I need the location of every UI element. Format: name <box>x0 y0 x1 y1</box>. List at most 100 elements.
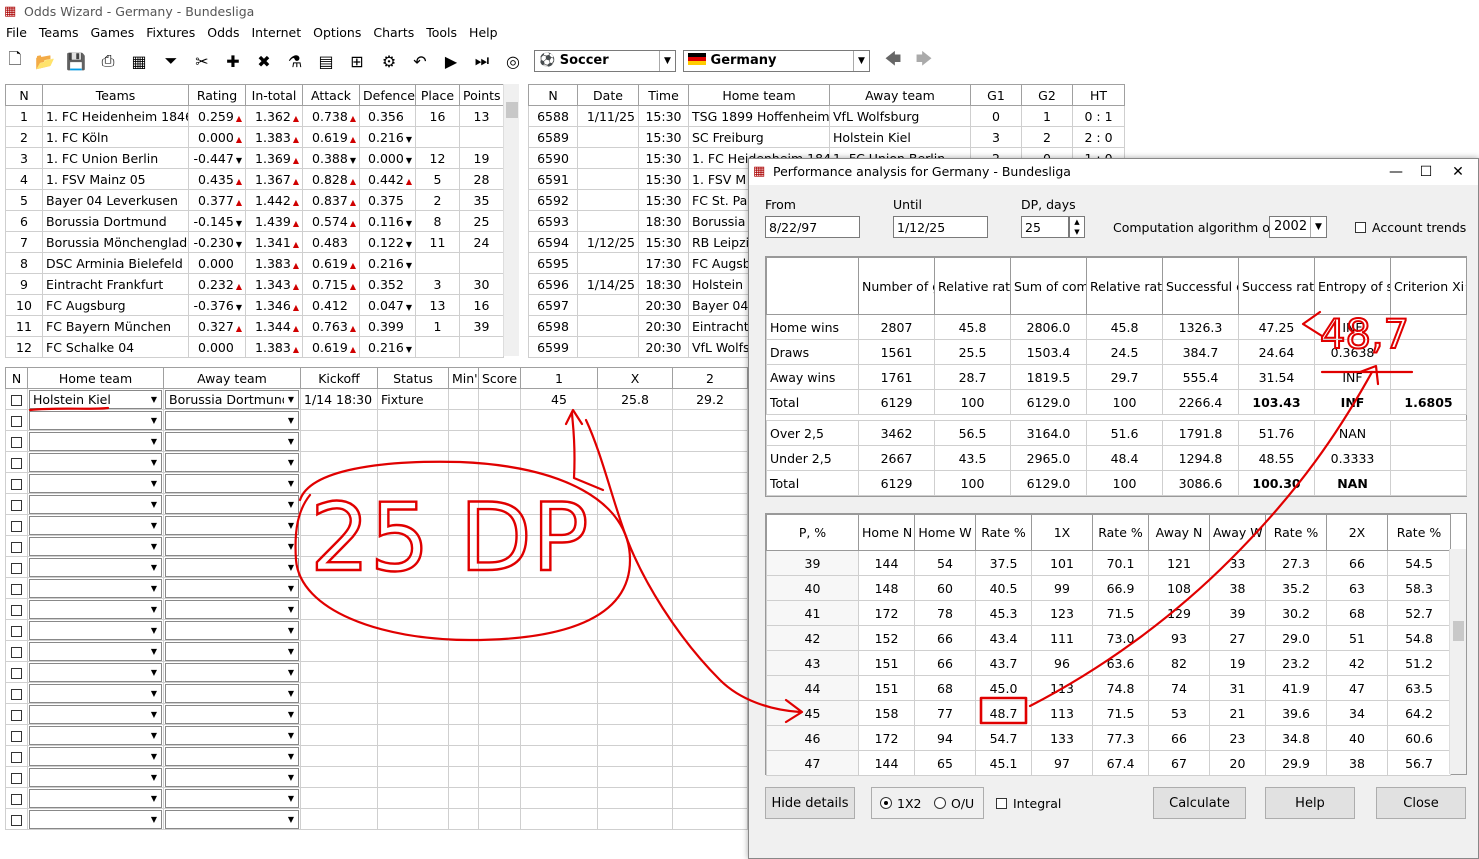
country-select[interactable]: Germany ▼ <box>683 50 870 72</box>
games-col-header[interactable]: Home team <box>688 84 830 106</box>
chevron-down-icon[interactable]: ▼ <box>147 516 161 534</box>
chevron-down-icon[interactable]: ▼ <box>284 810 298 828</box>
fixtures-col-header[interactable]: Home team <box>27 367 164 389</box>
home-team-select[interactable]: ▼ <box>29 599 162 619</box>
chevron-down-icon[interactable]: ▼ <box>147 684 161 702</box>
teams-table-row[interactable]: 7 Borussia Mönchengladb -0.230 ▼ 1.341 ▲ 0.483… <box>5 231 504 253</box>
chevron-down-icon[interactable]: ▼ <box>284 474 298 492</box>
chevron-down-icon[interactable]: ▼ <box>147 432 161 450</box>
fixture-checkbox[interactable] <box>11 709 22 721</box>
fixtures-table-row[interactable]: ▼ ▼ <box>5 430 748 452</box>
teams-col-header[interactable]: In-total <box>245 84 303 106</box>
fixtures-col-header[interactable]: Status <box>377 367 449 389</box>
home-team-select[interactable]: Holstein Kiel ▼ <box>29 389 162 409</box>
teams-col-header[interactable]: N <box>5 84 43 106</box>
fixtures-table-row[interactable]: ▼ ▼ <box>5 493 748 515</box>
help-button[interactable]: Help <box>1265 787 1355 819</box>
fixtures-col-header[interactable]: 1 <box>520 367 598 389</box>
away-team-select[interactable]: ▼ <box>165 620 299 640</box>
fixtures-table-row[interactable]: ▼ ▼ <box>5 703 748 725</box>
teams-col-header[interactable]: Points <box>459 84 504 106</box>
teams-col-header[interactable]: Attack <box>302 84 360 106</box>
menu-tools[interactable]: Tools <box>420 23 463 40</box>
fixtures-table-row[interactable]: ▼ ▼ <box>5 640 748 662</box>
chevron-down-icon[interactable]: ▼ <box>147 789 161 807</box>
games-col-header[interactable]: G1 <box>970 84 1022 106</box>
fixtures-col-header[interactable]: Score <box>478 367 521 389</box>
table-icon[interactable]: ▤ <box>315 50 337 72</box>
fixtures-table-row[interactable]: ▼ ▼ <box>5 808 748 830</box>
fixture-checkbox[interactable] <box>11 772 22 784</box>
chevron-down-icon[interactable]: ▼ <box>284 495 298 513</box>
fixtures-col-header[interactable]: Kickoff <box>300 367 378 389</box>
chevron-down-icon[interactable]: ▼ <box>147 621 161 639</box>
menu-games[interactable]: Games <box>84 23 140 40</box>
teams-table-row[interactable]: 8DSC Arminia Bielefeld0.000▼1.383▲0.619▲… <box>5 252 504 274</box>
teams-table-row[interactable]: 11 FC Bayern München 0.327 ▲ 1.344 ▲ 0.763 ▲ 0.3… <box>5 315 504 337</box>
away-team-select[interactable]: Borussia Dortmund ▼ <box>165 389 299 409</box>
home-team-select[interactable]: ▼ <box>29 557 162 577</box>
radio-1x2[interactable] <box>880 797 892 809</box>
chevron-down-icon[interactable]: ▼ <box>284 642 298 660</box>
fixtures-table-row[interactable]: ▼ ▼ <box>5 409 748 431</box>
fixture-checkbox[interactable] <box>11 541 22 553</box>
fixtures-table-row[interactable]: ▼ ▼ <box>5 598 748 620</box>
chevron-down-icon[interactable]: ▼ <box>284 684 298 702</box>
chevron-down-icon[interactable]: ▼ <box>284 432 298 450</box>
close-button[interactable]: Close <box>1376 787 1466 819</box>
wizard-icon[interactable]: ⚗ <box>284 50 306 72</box>
fixture-checkbox[interactable] <box>11 751 22 763</box>
fixture-checkbox[interactable] <box>11 604 22 616</box>
fixture-checkbox[interactable] <box>11 436 22 448</box>
teams-table-row[interactable]: 6 Borussia Dortmund -0.145 ▼ 1.439 ▲ 0.574 ▲ 0.1… <box>5 210 504 232</box>
fixture-checkbox[interactable] <box>11 457 22 469</box>
menu-fixtures[interactable]: Fixtures <box>140 23 201 40</box>
chevron-down-icon[interactable]: ▼ <box>284 558 298 576</box>
calculator-icon[interactable]: ▦ <box>128 50 150 72</box>
chevron-down-icon[interactable]: ▼ <box>147 810 161 828</box>
print-icon[interactable]: ⎙ <box>97 50 119 72</box>
fixtures-col-header[interactable]: Min' <box>448 367 479 389</box>
chevron-down-icon[interactable]: ▼ <box>284 621 298 639</box>
radio-ou[interactable] <box>934 797 946 809</box>
fixtures-table-row[interactable]: ▼ ▼ <box>5 472 748 494</box>
close-icon[interactable]: ✕ <box>1443 161 1473 183</box>
fixture-checkbox[interactable] <box>11 625 22 637</box>
teams-table-row[interactable]: 10FC Augsburg-0.376▼1.346▲0.412▼0.047▼13… <box>5 294 504 316</box>
menu-teams[interactable]: Teams <box>33 23 85 40</box>
chevron-down-icon[interactable]: ▼ <box>284 747 298 765</box>
chevron-down-icon[interactable]: ▼ <box>284 789 298 807</box>
sport-select[interactable]: ⚽ Soccer ▼ <box>534 50 676 72</box>
home-team-select[interactable]: ▼ <box>29 704 162 724</box>
away-team-select[interactable]: ▼ <box>165 662 299 682</box>
games-col-header[interactable]: N <box>528 84 578 106</box>
fixtures-col-header[interactable]: 2 <box>672 367 748 389</box>
menu-options[interactable]: Options <box>307 23 367 40</box>
ball-icon[interactable]: ◎ <box>502 50 524 72</box>
fixtures-table-row[interactable]: ▼ ▼ <box>5 745 748 767</box>
fixtures-table-row[interactable]: ▼ ▼ <box>5 577 748 599</box>
home-team-select[interactable]: ▼ <box>29 515 162 535</box>
away-team-select[interactable]: ▼ <box>165 809 299 829</box>
integral-checkbox[interactable] <box>996 798 1007 809</box>
fixtures-table-row[interactable]: ▼ ▼ <box>5 766 748 788</box>
fixture-checkbox[interactable] <box>11 646 22 658</box>
chevron-down-icon[interactable]: ▼ <box>147 726 161 744</box>
fixtures-table-row[interactable]: ▼ ▼ <box>5 787 748 809</box>
teams-table-row[interactable]: 9 Eintracht Frankfurt 0.232 ▲ 1.343 ▲ 0.715 ▲ 0.… <box>5 273 504 295</box>
home-team-select[interactable]: ▼ <box>29 473 162 493</box>
fixtures-col-header[interactable]: Away team <box>163 367 301 389</box>
chevron-down-icon[interactable]: ▼ <box>284 516 298 534</box>
away-team-select[interactable]: ▼ <box>165 767 299 787</box>
away-team-select[interactable]: ▼ <box>165 473 299 493</box>
fixtures-table-row[interactable]: ▼ ▼ <box>5 724 748 746</box>
play-icon[interactable]: ▶ <box>440 50 462 72</box>
home-team-select[interactable]: ▼ <box>29 662 162 682</box>
dp-days-input[interactable]: 25 <box>1021 216 1069 238</box>
new-file-icon[interactable]: 🗋 <box>4 49 26 72</box>
chevron-down-icon[interactable]: ▼ <box>284 579 298 597</box>
account-trends-checkbox[interactable] <box>1355 222 1366 233</box>
home-team-select[interactable]: ▼ <box>29 536 162 556</box>
chevron-down-icon[interactable]: ▼ <box>284 600 298 618</box>
home-team-select[interactable]: ▼ <box>29 620 162 640</box>
